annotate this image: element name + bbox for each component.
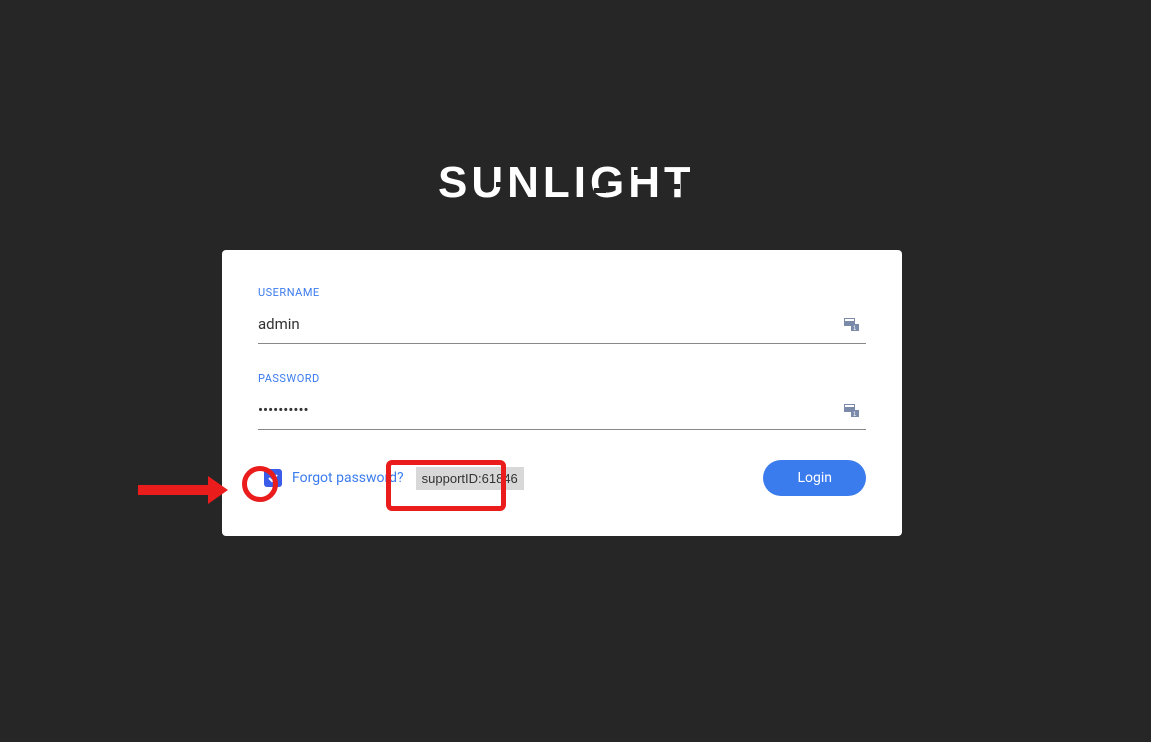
remember-checkbox-wrap: [264, 469, 282, 487]
username-input[interactable]: [258, 309, 866, 344]
username-label: USERNAME: [258, 286, 866, 299]
autofill-icon[interactable]: 1: [844, 316, 860, 332]
support-id-badge: supportID:61846: [416, 467, 524, 490]
login-button[interactable]: Login: [763, 460, 866, 496]
remember-checkbox[interactable]: [264, 469, 282, 487]
annotation-arrow: [138, 476, 228, 504]
logo-text: SUNLIGHT: [438, 162, 695, 206]
check-icon: [267, 472, 279, 484]
footer-left: Forgot password? supportID:61846: [258, 467, 524, 490]
brand-logo: SUNLIGHT: [438, 162, 714, 210]
arrow-shaft: [138, 485, 208, 495]
login-card: USERNAME 1 PASSWORD 1: [222, 250, 902, 536]
password-label: PASSWORD: [258, 372, 866, 385]
forgot-password-link[interactable]: Forgot password?: [292, 470, 404, 486]
password-input[interactable]: [258, 395, 866, 430]
arrow-head-icon: [208, 476, 228, 504]
username-field-group: USERNAME 1: [258, 286, 866, 344]
autofill-icon[interactable]: 1: [844, 402, 860, 418]
footer-row: Forgot password? supportID:61846 Login: [258, 460, 866, 496]
password-field-group: PASSWORD 1: [258, 372, 866, 430]
